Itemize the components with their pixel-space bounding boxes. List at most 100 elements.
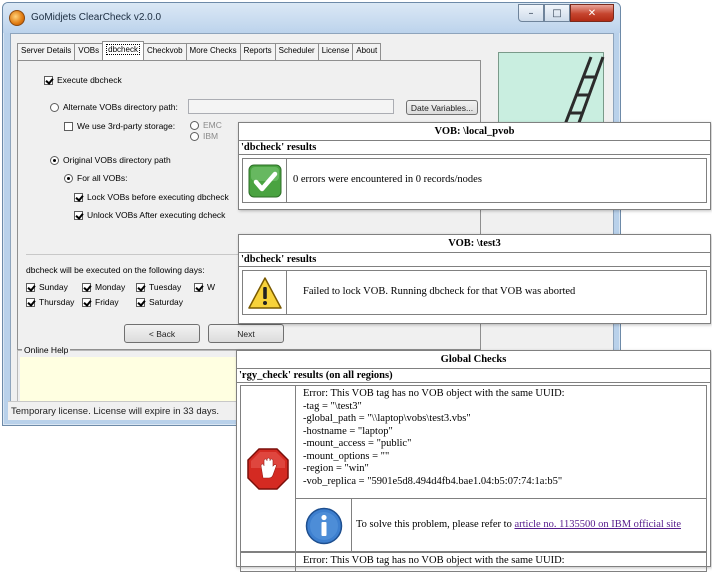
alt-path-radio-dot[interactable] (50, 103, 59, 113)
tab-more-checks[interactable]: More Checks (185, 43, 241, 61)
error-details: Error: This VOB tag has no VOB object wi… (303, 388, 565, 488)
success-icon-cell (243, 159, 287, 202)
error-line: Error: This VOB tag has no VOB object wi… (303, 388, 565, 399)
stop-hand-icon (247, 447, 289, 490)
minimize-button[interactable]: – (518, 4, 544, 22)
report-test3: VOB: \test3 'dbcheck' results Failed to … (238, 234, 711, 324)
day-friday[interactable]: Friday (82, 297, 119, 308)
thursday-label: Thursday (39, 297, 75, 307)
tab-reports[interactable]: Reports (239, 43, 276, 61)
report2-title: VOB: \test3 (239, 235, 710, 253)
report3-title: Global Checks (237, 351, 710, 369)
tab-scheduler[interactable]: Scheduler (274, 43, 319, 61)
day-saturday[interactable]: Saturday (136, 297, 184, 308)
unlock-label: Unlock VOBs After executing dcheck (87, 210, 226, 220)
online-help-label: Online Help (22, 345, 71, 355)
third-party-box[interactable] (64, 122, 73, 132)
report2-row: Failed to lock VOB. Running dbcheck for … (242, 270, 707, 315)
storage-emc-radio[interactable]: EMC (190, 120, 222, 131)
execute-label: Execute dbcheck (57, 75, 122, 85)
day-sunday[interactable]: Sunday (26, 282, 68, 293)
date-variables-button[interactable]: Date Variables... (406, 100, 478, 115)
report-local-pvob: VOB: \local_pvob 'dbcheck' results 0 err… (238, 122, 711, 210)
window-title: GoMidjets ClearCheck v2.0.0 (31, 12, 162, 23)
error-line: -global_path = "\\laptop\vobs\test3.vbs" (303, 413, 471, 424)
emc-label: EMC (203, 120, 222, 130)
for-all-radio-dot[interactable] (64, 174, 73, 184)
alt-path-radio[interactable]: Alternate VOBs directory path: (50, 102, 178, 113)
unlock-vobs-checkbox[interactable]: Unlock VOBs After executing dcheck (74, 210, 226, 221)
wednesday-label: W (207, 282, 216, 292)
saturday-box[interactable] (136, 298, 145, 308)
day-monday[interactable]: Monday (82, 282, 125, 293)
report1-title: VOB: \local_pvob (239, 123, 710, 141)
maximize-button[interactable]: □ (544, 4, 570, 22)
report1-message: 0 errors were encountered in 0 records/n… (293, 174, 482, 185)
report3-section: 'rgy_check' results (on all regions) (237, 369, 710, 383)
friday-box[interactable] (82, 298, 91, 308)
warning-icon-cell (243, 271, 287, 314)
alt-path-input[interactable] (188, 99, 394, 114)
info-icon (305, 507, 342, 544)
tab-checkvob[interactable]: Checkvob (142, 43, 187, 61)
report-global-checks: Global Checks 'rgy_check' results (on al… (236, 350, 711, 572)
for-all-label: For all VOBs: (77, 173, 128, 183)
report3-error-block-2: Error: This VOB tag has no VOB object wi… (240, 552, 707, 572)
sunday-label: Sunday (39, 282, 68, 292)
report2-message: Failed to lock VOB. Running dbcheck for … (303, 286, 576, 297)
error-line: -mount_access = "public" (303, 438, 412, 449)
status-text: Temporary license. License will expire i… (11, 406, 220, 417)
info-message: To solve this problem, please refer to a… (356, 519, 681, 530)
report1-row: 0 errors were encountered in 0 records/n… (242, 158, 707, 203)
app-logo-icon (9, 10, 25, 26)
execute-checkbox-box[interactable] (44, 76, 53, 86)
error-line: -hostname = "laptop" (303, 425, 393, 437)
warning-icon (247, 276, 282, 309)
unlock-checkbox-box[interactable] (74, 211, 83, 221)
tab-dbcheck[interactable]: dbcheck (102, 41, 144, 61)
for-all-vobs-radio[interactable]: For all VOBs: (64, 173, 128, 184)
day-tuesday[interactable]: Tuesday (136, 282, 182, 293)
original-path-radio-dot[interactable] (50, 156, 59, 166)
lock-vobs-checkbox[interactable]: Lock VOBs before executing dbcheck (74, 192, 229, 203)
thursday-box[interactable] (26, 298, 35, 308)
tab-dbcheck-label: dbcheck (106, 44, 140, 55)
monday-box[interactable] (82, 283, 91, 293)
wednesday-box[interactable] (194, 283, 203, 293)
saturday-label: Saturday (149, 297, 184, 307)
tab-about[interactable]: About (352, 43, 382, 61)
third-party-checkbox[interactable]: We use 3rd-party storage: (64, 121, 176, 132)
title-bar[interactable]: GoMidjets ClearCheck v2.0.0 – □ ✕ (3, 3, 620, 33)
tab-strip: Server Details VOBs dbcheck Checkvob Mor… (17, 41, 382, 61)
day-wednesday[interactable]: W (194, 282, 216, 293)
emc-radio-dot[interactable] (190, 121, 199, 131)
lock-checkbox-box[interactable] (74, 193, 83, 203)
third-party-label: We use 3rd-party storage: (77, 121, 176, 131)
error-line: -vob_replica = "5901e5d8.494d4fb4.bae1.0… (303, 475, 563, 487)
error-line: -mount_options = "" (303, 450, 390, 462)
original-path-label: Original VOBs directory path (63, 155, 171, 165)
ibm-article-link[interactable]: article no. 1135500 on IBM official site (514, 519, 681, 530)
report3-error-block: Error: This VOB tag has no VOB object wi… (240, 385, 707, 552)
ibm-radio-dot[interactable] (190, 132, 199, 142)
next-button[interactable]: Next (208, 324, 284, 343)
report1-section: 'dbcheck' results (239, 141, 710, 155)
lock-label: Lock VOBs before executing dbcheck (87, 192, 229, 202)
back-button[interactable]: < Back (124, 324, 200, 343)
original-path-radio[interactable]: Original VOBs directory path (50, 155, 171, 166)
check-icon (248, 164, 281, 197)
tuesday-box[interactable] (136, 283, 145, 293)
report2-section: 'dbcheck' results (239, 253, 710, 267)
tab-license[interactable]: License (317, 43, 354, 61)
day-thursday[interactable]: Thursday (26, 297, 75, 308)
storage-ibm-radio[interactable]: IBM (190, 131, 218, 142)
error-line: -tag = "\test3" (303, 400, 362, 412)
info-row: To solve this problem, please refer to a… (296, 498, 706, 552)
tab-server-details[interactable]: Server Details (17, 43, 76, 61)
execute-dbcheck-checkbox[interactable]: Execute dbcheck (44, 75, 122, 86)
close-button[interactable]: ✕ (570, 4, 614, 22)
tuesday-label: Tuesday (149, 282, 182, 292)
error-icon-cell-2 (241, 553, 296, 571)
tab-vobs[interactable]: VOBs (74, 43, 104, 61)
sunday-box[interactable] (26, 283, 35, 293)
